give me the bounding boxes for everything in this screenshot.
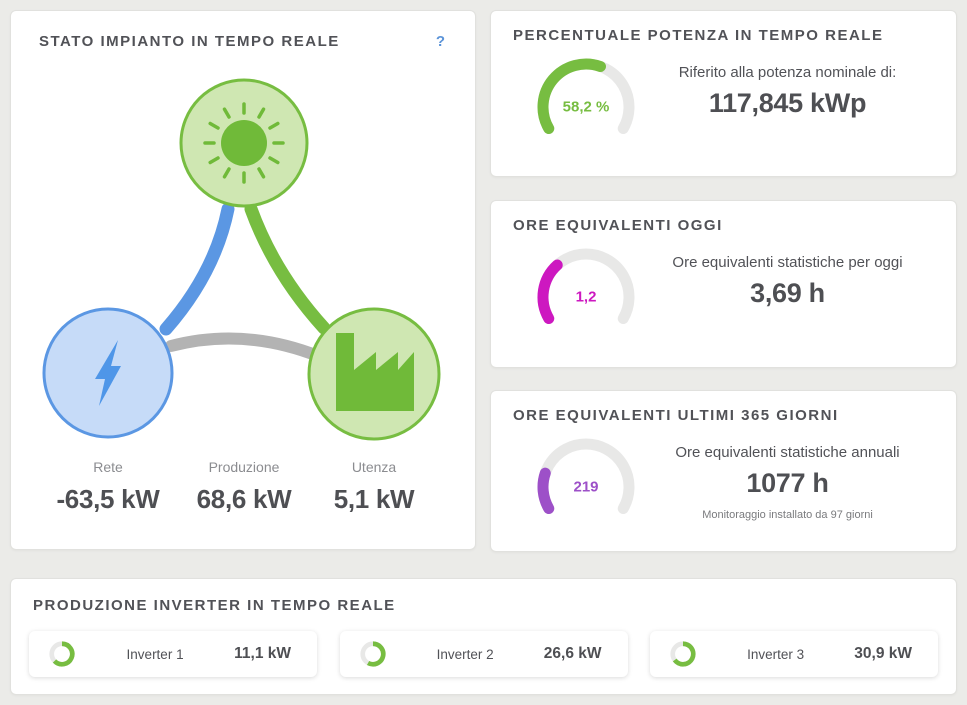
inverter-1-value: 11,1 kW xyxy=(234,645,291,663)
nominal-power-value: 117,845 kWp xyxy=(647,88,928,119)
consumption-stat-label: Utenza xyxy=(294,459,454,475)
inverter-3-value: 30,9 kW xyxy=(854,645,912,663)
hours-year-gauge: 219 xyxy=(531,432,641,542)
inverter-cards: Inverter 1 11,1 kW Inverter 2 26,6 kW In… xyxy=(29,631,938,677)
inverter-2-value: 26,6 kW xyxy=(544,645,602,663)
hours-today-gauge: 1,2 xyxy=(531,242,641,352)
status-panel: STATO IMPIANTO IN TEMPO REALE ? Rete -63… xyxy=(10,10,476,550)
hours-year-title: ORE EQUIVALENTI ULTIMI 365 GIORNI xyxy=(513,407,934,424)
consumption-stat: Utenza 5,1 kW xyxy=(294,459,454,515)
hours-today-caption: Ore equivalenti statistiche per oggi xyxy=(647,254,928,271)
link-production-consumption xyxy=(251,209,324,328)
inverter-card-3: Inverter 3 30,9 kW xyxy=(650,631,938,677)
link-production-grid xyxy=(166,209,228,329)
hours-year-caption: Ore equivalenti statistiche annuali xyxy=(647,444,928,461)
hours-today-gauge-value: 1,2 xyxy=(531,289,641,306)
power-gauge-value: 58,2 % xyxy=(531,99,641,116)
inverter-3-gauge-icon xyxy=(669,640,697,668)
hours-year-text: Ore equivalenti statistiche annuali 1077… xyxy=(641,432,934,542)
inverter-card-2: Inverter 2 26,6 kW xyxy=(340,631,628,677)
solar-dashboard: STATO IMPIANTO IN TEMPO REALE ? Rete -63… xyxy=(0,0,967,705)
status-panel-title: STATO IMPIANTO IN TEMPO REALE xyxy=(39,33,340,50)
hours-year-panel: ORE EQUIVALENTI ULTIMI 365 GIORNI 219 Or… xyxy=(490,390,957,552)
inverter-1-gauge-icon xyxy=(48,640,76,668)
link-grid-consumption xyxy=(171,338,318,356)
power-percentage-panel: PERCENTUALE POTENZA IN TEMPO REALE 58,2 … xyxy=(490,10,957,177)
power-panel-title: PERCENTUALE POTENZA IN TEMPO REALE xyxy=(513,27,934,44)
power-gauge: 58,2 % xyxy=(531,52,641,162)
inverter-panel: PRODUZIONE INVERTER IN TEMPO REALE Inver… xyxy=(10,578,957,695)
hours-today-title: ORE EQUIVALENTI OGGI xyxy=(513,217,934,234)
production-node xyxy=(181,80,307,206)
monitoring-note: Monitoraggio installato da 97 giorni xyxy=(647,509,928,521)
consumption-node xyxy=(309,309,439,439)
inverter-panel-title: PRODUZIONE INVERTER IN TEMPO REALE xyxy=(33,597,938,614)
help-icon[interactable]: ? xyxy=(424,33,457,50)
inverter-1-label: Inverter 1 xyxy=(76,647,234,662)
power-caption: Riferito alla potenza nominale di: xyxy=(647,64,928,81)
grid-node xyxy=(44,309,172,437)
hours-today-text: Ore equivalenti statistiche per oggi 3,6… xyxy=(641,242,934,352)
inverter-card-1: Inverter 1 11,1 kW xyxy=(29,631,317,677)
inverter-2-gauge-icon xyxy=(359,640,387,668)
hours-year-value: 1077 h xyxy=(647,468,928,499)
power-panel-text: Riferito alla potenza nominale di: 117,8… xyxy=(641,52,934,162)
inverter-3-label: Inverter 3 xyxy=(697,647,854,662)
hours-year-gauge-value: 219 xyxy=(531,479,641,496)
hours-today-value: 3,69 h xyxy=(647,278,928,309)
hours-today-panel: ORE EQUIVALENTI OGGI 1,2 Ore equivalenti… xyxy=(490,200,957,368)
inverter-2-label: Inverter 2 xyxy=(387,647,544,662)
consumption-stat-value: 5,1 kW xyxy=(294,484,454,515)
